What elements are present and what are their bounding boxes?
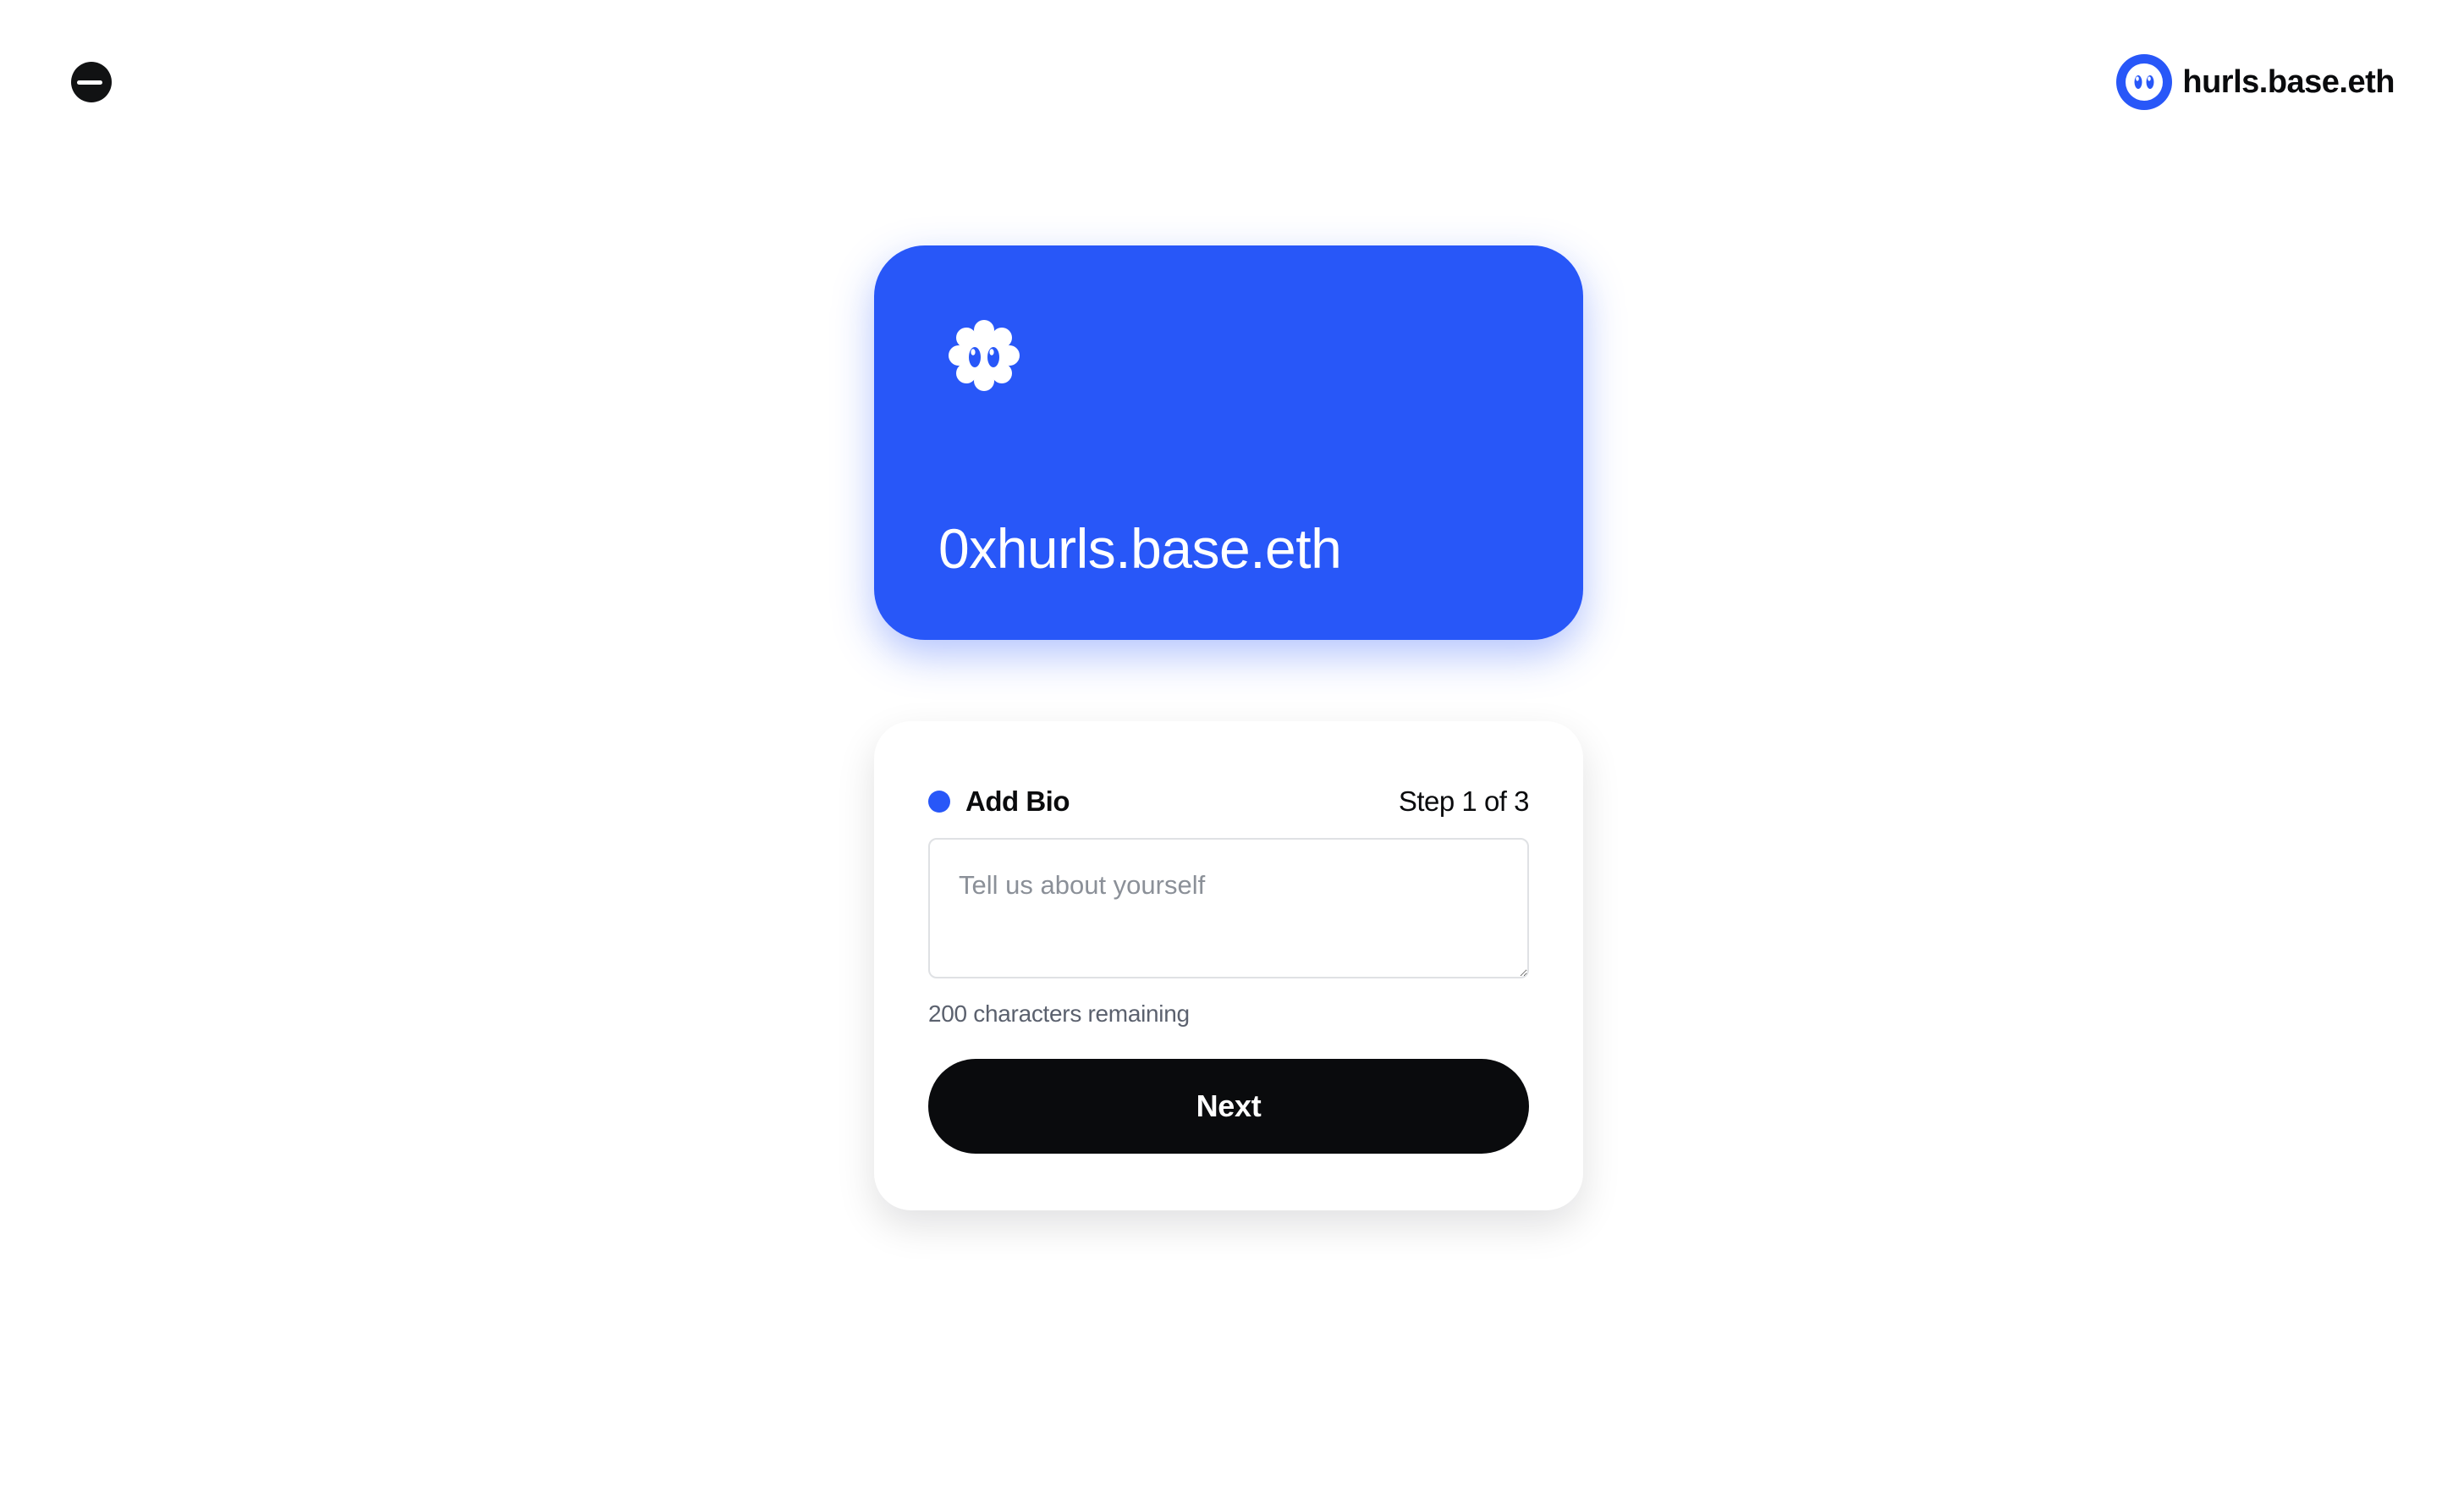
account-chip[interactable]: hurls.base.eth	[2116, 52, 2395, 112]
panel-header: Add Bio Step 1 of 3	[928, 784, 1530, 819]
base-logo-icon[interactable]	[71, 62, 112, 102]
card-emblem-svg	[949, 320, 1020, 391]
step-indicator: Step 1 of 3	[1398, 785, 1530, 817]
basename-title: 0xhurls.base.eth	[938, 517, 1342, 580]
next-button[interactable]: Next	[928, 1059, 1529, 1154]
basename-face-icon	[2116, 54, 2173, 110]
bio-input[interactable]	[928, 838, 1529, 978]
basename-face-icon	[947, 318, 1021, 393]
basename-card: 0xhurls.base.eth	[874, 245, 1583, 640]
base-logo-bar	[77, 80, 102, 85]
panel-title: Add Bio	[965, 785, 1070, 817]
avatar-face-svg	[2126, 63, 2164, 101]
step-status-dot	[928, 791, 950, 813]
panel-title-group: Add Bio	[928, 785, 1070, 818]
add-bio-panel: Add Bio Step 1 of 3 200 characters remai…	[874, 721, 1583, 1210]
characters-remaining: 200 characters remaining	[928, 1000, 1190, 1027]
account-name: hurls.base.eth	[2182, 63, 2395, 100]
